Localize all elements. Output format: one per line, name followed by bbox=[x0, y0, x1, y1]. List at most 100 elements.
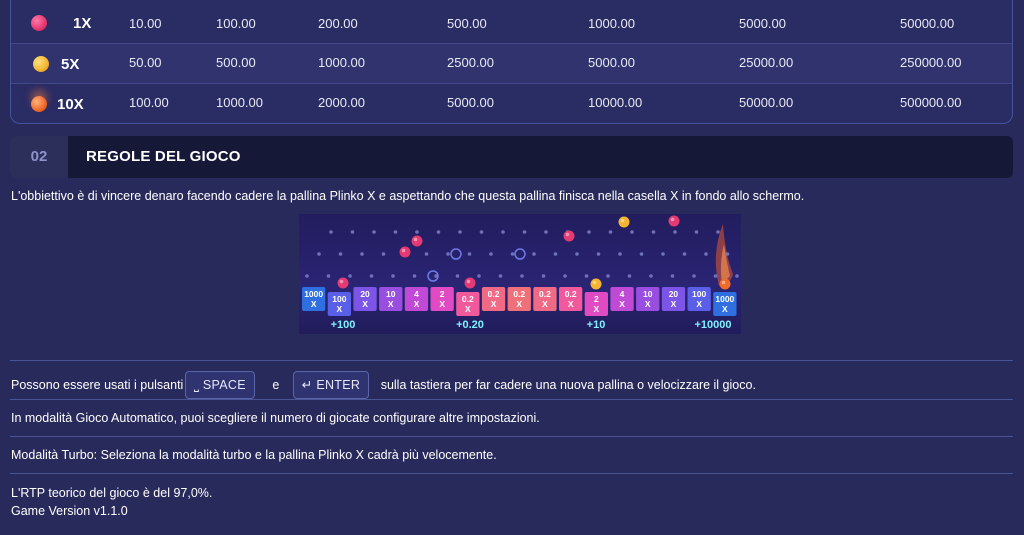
table-cell: 25000.00 bbox=[739, 55, 794, 70]
section-title: REGOLE DEL GIOCO bbox=[86, 148, 241, 165]
peg bbox=[479, 230, 484, 234]
divider bbox=[10, 399, 1013, 400]
controls-conjunction: e bbox=[272, 378, 280, 392]
ball bbox=[464, 277, 476, 289]
slot-value: 0.2 bbox=[539, 289, 551, 299]
table-cell: 500.00 bbox=[447, 16, 487, 31]
peg bbox=[477, 274, 481, 278]
table-cell: 2500.00 bbox=[447, 55, 494, 70]
ball bbox=[563, 230, 575, 242]
ball-highlight bbox=[401, 248, 406, 253]
slot-value: X bbox=[619, 299, 625, 309]
peg bbox=[639, 252, 644, 256]
yellow-ball-icon bbox=[33, 56, 49, 72]
game-preview-image: 1000 X 100 X 20 X 10 X 4 X 2 X 0.2 X 0.2 X 0.2 X 0.2 X 0.2 X 2… bbox=[299, 214, 741, 334]
ball bbox=[668, 215, 680, 227]
peg bbox=[317, 252, 321, 256]
peg bbox=[563, 274, 567, 278]
slot-value: 0.2 bbox=[513, 289, 525, 299]
peg bbox=[369, 274, 374, 278]
peg bbox=[415, 230, 419, 234]
peg bbox=[501, 230, 505, 234]
payout-row-5x: 5X 50.00 500.00 1000.00 2500.00 5000.00 … bbox=[11, 44, 1012, 84]
table-cell: 1000.00 bbox=[318, 55, 365, 70]
peg bbox=[544, 230, 548, 234]
turbo-mode-text: Modalità Turbo: Seleziona la modalità tu… bbox=[11, 448, 497, 462]
controls-prefix: Possono essere usati i pulsanti bbox=[11, 378, 184, 392]
slot-value: 100 bbox=[332, 294, 346, 304]
slot-value: 0.2 bbox=[462, 294, 474, 304]
table-cell: 500.00 bbox=[216, 55, 256, 70]
controls-suffix: sulla tastiera per far cadere una nuova … bbox=[380, 378, 756, 392]
peg bbox=[391, 274, 395, 278]
table-cell: 50000.00 bbox=[739, 95, 794, 110]
slot-value: 20 bbox=[669, 289, 679, 299]
slot-value: 2 bbox=[440, 289, 445, 299]
slot-value: X bbox=[439, 299, 445, 309]
divider bbox=[10, 360, 1013, 361]
win-label: +10000 bbox=[694, 319, 731, 331]
peg bbox=[381, 252, 386, 256]
space-key: ⎵ SPACE bbox=[184, 371, 255, 399]
slot-value: X bbox=[337, 304, 343, 314]
peg bbox=[587, 230, 591, 234]
space-key-icon: ⎵ bbox=[193, 378, 200, 392]
slot-value: 4 bbox=[620, 289, 625, 299]
ball-highlight bbox=[339, 279, 344, 284]
peg bbox=[661, 252, 665, 256]
peg bbox=[520, 274, 524, 278]
peg bbox=[522, 230, 527, 234]
multiplier-label: 1X bbox=[73, 15, 92, 32]
table-cell: 200.00 bbox=[318, 16, 358, 31]
peg bbox=[436, 230, 441, 234]
peg bbox=[455, 274, 460, 278]
orange-ball-icon bbox=[31, 96, 47, 112]
ball-highlight bbox=[670, 217, 675, 222]
slot-value: X bbox=[722, 304, 728, 314]
peg bbox=[606, 274, 610, 278]
peg bbox=[350, 230, 355, 234]
peg bbox=[649, 274, 653, 278]
peg bbox=[498, 274, 503, 278]
slot-value: X bbox=[542, 299, 548, 309]
table-cell: 250000.00 bbox=[900, 55, 962, 70]
peg bbox=[338, 252, 343, 256]
peg bbox=[627, 274, 632, 278]
peg bbox=[412, 274, 417, 278]
payout-row-10x: 10X 100.00 1000.00 2000.00 5000.00 10000… bbox=[11, 84, 1012, 123]
peg bbox=[694, 230, 699, 234]
table-cell: 1000.00 bbox=[588, 16, 635, 31]
slot-value: 10 bbox=[643, 289, 653, 299]
slot-value: 1000 bbox=[715, 294, 734, 304]
peg bbox=[651, 230, 656, 234]
ball bbox=[399, 246, 411, 258]
section-number: 02 bbox=[10, 136, 68, 178]
intro-text: L'obbiettivo è di vincere denaro facendo… bbox=[11, 189, 805, 203]
slot-value: X bbox=[696, 299, 702, 309]
table-cell: 100.00 bbox=[216, 16, 256, 31]
peg bbox=[630, 230, 634, 234]
ball-highlight bbox=[565, 232, 570, 237]
peg bbox=[510, 252, 515, 256]
table-cell: 5000.00 bbox=[447, 95, 494, 110]
win-label: +0.20 bbox=[456, 319, 484, 331]
table-cell: 1000.00 bbox=[216, 95, 263, 110]
peg bbox=[458, 230, 462, 234]
peg bbox=[305, 274, 309, 278]
pink-ball-icon bbox=[31, 15, 47, 31]
slot-value: 0.2 bbox=[565, 289, 577, 299]
table-cell: 50000.00 bbox=[900, 16, 955, 31]
slot-value: X bbox=[388, 299, 394, 309]
ball bbox=[618, 216, 630, 228]
peg bbox=[541, 274, 546, 278]
peg bbox=[673, 230, 677, 234]
peg bbox=[575, 252, 579, 256]
peg bbox=[372, 230, 376, 234]
rtp-text: L'RTP teorico del gioco è del 97,0%. bbox=[11, 486, 213, 500]
slot-value: X bbox=[491, 299, 497, 309]
table-cell: 100.00 bbox=[129, 95, 169, 110]
slot-value: 1000 bbox=[304, 289, 323, 299]
peg bbox=[584, 274, 589, 278]
peg bbox=[326, 274, 331, 278]
slot-value: X bbox=[645, 299, 651, 309]
